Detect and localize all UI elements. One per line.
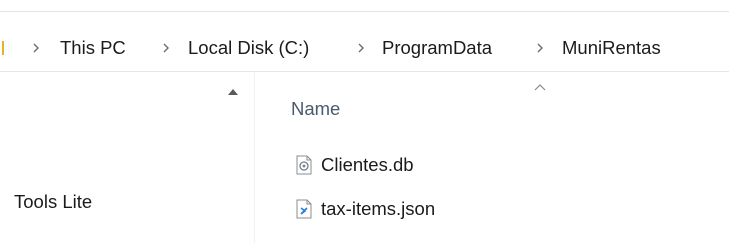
column-header-name[interactable]: Name <box>291 98 340 120</box>
window-top-border <box>0 11 729 12</box>
scroll-up-icon[interactable] <box>226 85 240 99</box>
file-name: tax-items.json <box>321 198 436 219</box>
breadcrumb-local-disk[interactable]: Local Disk (C:) <box>188 37 309 59</box>
file-name: Clientes.db <box>321 154 414 175</box>
database-file-icon <box>296 155 312 175</box>
breadcrumb-programdata[interactable]: ProgramData <box>382 37 492 59</box>
file-row-clientes-db[interactable]: Clientes.db <box>295 151 715 179</box>
breadcrumb-chevron-icon[interactable] <box>355 41 367 55</box>
navigation-pane: Tools Lite <box>0 72 254 243</box>
breadcrumb-chevron-icon[interactable] <box>160 41 172 55</box>
breadcrumb-chevron-icon[interactable] <box>534 41 546 55</box>
breadcrumb-this-pc[interactable]: This PC <box>60 37 126 59</box>
nav-item-tools-lite[interactable]: Tools Lite <box>14 191 92 213</box>
breadcrumb-munirentas[interactable]: MuniRentas <box>562 37 661 59</box>
address-bar[interactable]: This PC Local Disk (C:) ProgramData Muni… <box>0 23 729 72</box>
json-file-icon <box>296 199 312 219</box>
folder-icon-edge <box>2 41 4 55</box>
breadcrumb-chevron-icon[interactable] <box>30 41 42 55</box>
file-row-tax-items-json[interactable]: tax-items.json <box>295 195 715 223</box>
sort-ascending-icon <box>534 84 546 91</box>
file-list-pane: Name Clientes.db tax-items.json <box>255 72 729 243</box>
